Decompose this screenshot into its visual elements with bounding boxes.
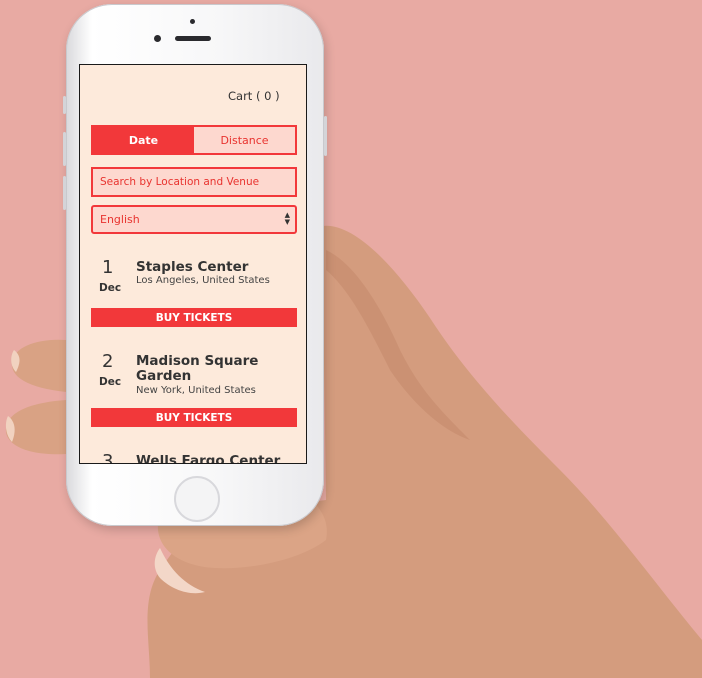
event-location: Los Angeles, United States (136, 275, 270, 286)
search-input[interactable] (91, 167, 297, 197)
event-day: 1 (102, 257, 114, 278)
power-button (324, 116, 327, 156)
event-month: Dec (99, 376, 122, 388)
event-venue: Madison Square Garden (136, 353, 259, 384)
volume-down-button (63, 176, 66, 210)
front-camera-icon (154, 35, 161, 42)
event-venue: Wells Fargo Center (136, 453, 281, 464)
sort-distance-button[interactable]: Distance (194, 127, 295, 153)
mute-switch (63, 96, 66, 114)
event-venue: Staples Center (136, 259, 249, 275)
event-location: New York, United States (136, 385, 256, 396)
sort-toggle: Date Distance (91, 125, 297, 155)
event-day: 3 (102, 451, 114, 464)
buy-tickets-button[interactable]: BUY TICKETS (91, 308, 297, 327)
event-month: Dec (99, 282, 122, 294)
language-select[interactable]: English ▲ ▼ (91, 205, 297, 234)
select-arrows-icon: ▲ ▼ (284, 211, 290, 226)
sort-date-button[interactable]: Date (93, 127, 194, 153)
cart-link[interactable]: Cart ( 0 ) (228, 89, 288, 103)
event-day: 2 (102, 351, 114, 372)
language-selected-value: English (100, 213, 140, 226)
buy-tickets-button[interactable]: BUY TICKETS (91, 408, 297, 427)
app-screen: Cart ( 0 ) Date Distance English ▲▼ 1 De… (79, 64, 307, 464)
proximity-sensor (190, 19, 195, 24)
volume-up-button (63, 132, 66, 166)
earpiece-speaker (175, 36, 211, 41)
home-button[interactable] (174, 476, 220, 522)
